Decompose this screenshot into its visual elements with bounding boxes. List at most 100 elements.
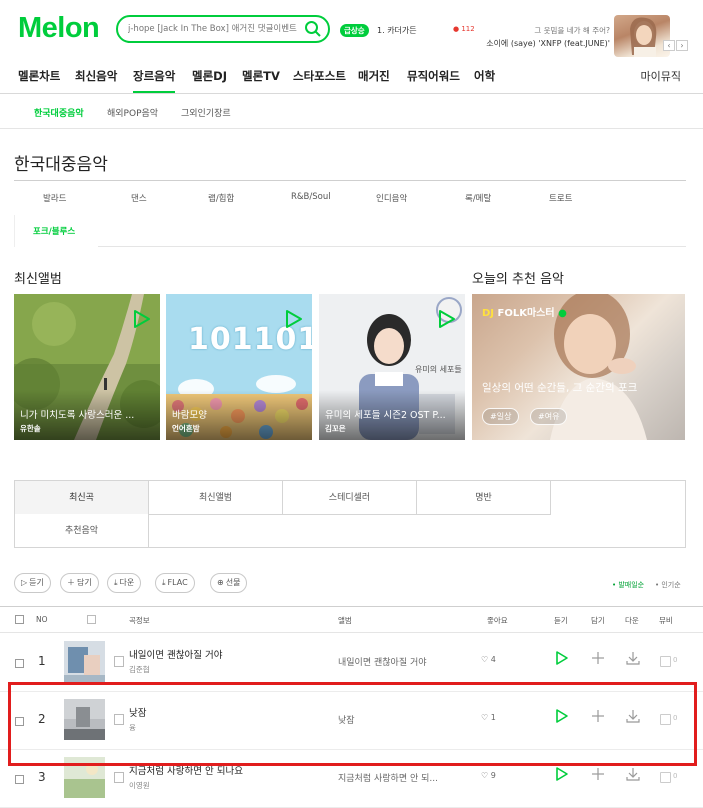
realtime-keyword[interactable]: 1. 카더가든 xyxy=(377,25,417,36)
mv-count: 0 xyxy=(673,772,678,780)
song-info-icon[interactable] xyxy=(114,656,124,667)
dj-recommend-card[interactable]: DJ FOLK마스터 ● 일상의 어떤 순간들, 그 순간의 포크 #일상 #여… xyxy=(472,294,685,440)
download-icon: ⤓ xyxy=(162,578,166,587)
gift-button[interactable]: ⊕ 선물 xyxy=(210,573,248,593)
tab-steady-seller[interactable]: 스테디셀러 xyxy=(283,481,417,515)
recommend-title: 오늘의 추천 음악 xyxy=(472,272,564,287)
genre-rnb[interactable]: R&B/Soul xyxy=(291,192,331,202)
album-card-3[interactable]: 유미의 세포들 유미의 세포들 시즌2 OST P... 김꼬은 xyxy=(319,294,465,440)
row-number: 3 xyxy=(38,770,46,784)
search-icon[interactable] xyxy=(304,20,322,42)
album-art-text: 유미의 세포들 xyxy=(415,365,462,374)
play-icon[interactable] xyxy=(435,308,457,334)
like-button[interactable]: ♡ 9 xyxy=(481,771,496,780)
song-artist[interactable]: 이영원 xyxy=(129,780,150,791)
song-artist[interactable]: 김준협 xyxy=(129,664,150,675)
album-title: 유미의 세포들 시즌2 OST P... xyxy=(325,410,446,421)
song-title[interactable]: 내일이면 괜찮아질 거야 xyxy=(129,647,222,661)
download-icon[interactable] xyxy=(625,650,641,670)
search-input[interactable] xyxy=(128,20,300,38)
flac-button[interactable]: ⤓ FLAC xyxy=(155,573,195,593)
download-icon[interactable] xyxy=(625,766,641,786)
nav-starpost[interactable]: 스타포스트 xyxy=(293,68,346,84)
th-mv: 뮤비 xyxy=(659,616,673,625)
like-button[interactable]: ♡ 4 xyxy=(481,655,496,664)
promo-next-button[interactable]: › xyxy=(676,40,688,51)
mv-icon[interactable] xyxy=(660,656,671,667)
song-album[interactable]: 지금처럼 사랑하면 안 되... xyxy=(338,771,466,784)
genre-hiphop[interactable]: 랩/힙합 xyxy=(208,192,234,204)
sort-popular[interactable]: • 인기순 xyxy=(655,580,681,590)
genre-ballad[interactable]: 발라드 xyxy=(43,192,66,204)
dj-tag-daily[interactable]: #일상 xyxy=(482,408,520,425)
gift-icon: ⊕ xyxy=(217,578,224,587)
play-label: 듣기 xyxy=(29,578,44,587)
play-icon[interactable] xyxy=(282,308,304,334)
th-song-info: 곡정보 xyxy=(129,616,150,625)
download-selected-button[interactable]: ⤓ 다운 xyxy=(107,573,142,593)
album-card-1[interactable]: 니가 미치도록 사랑스러운 ... 유한솔 xyxy=(14,294,160,440)
album-artist: 김꼬은 xyxy=(325,424,346,433)
song-album[interactable]: 내일이면 괜찮아질 거야 xyxy=(338,655,466,668)
add-label: 담기 xyxy=(77,578,92,587)
heart-icon: ♡ xyxy=(481,771,489,780)
th-play: 듣기 xyxy=(554,616,568,625)
nav-genre[interactable]: 장르음악 xyxy=(133,68,176,93)
play-icon[interactable] xyxy=(555,650,569,670)
subnav-kpop[interactable]: 한국대중음악 xyxy=(34,106,84,119)
promo-line2[interactable]: 소이에 (saye) 'XNFP (feat.JUNE)' xyxy=(470,38,610,49)
promo-artist-image[interactable] xyxy=(614,15,670,57)
row-checkbox[interactable] xyxy=(15,659,24,668)
play-selected-button[interactable]: ▷ 듣기 xyxy=(14,573,51,593)
dj-tag-leisure[interactable]: #여유 xyxy=(530,408,568,425)
nav-music-award[interactable]: 뮤직어워드 xyxy=(407,68,460,84)
play-icon[interactable] xyxy=(555,766,569,786)
nav-my-music[interactable]: 마이뮤직 xyxy=(641,68,681,84)
promo-prev-button[interactable]: ‹ xyxy=(663,40,675,51)
sort-release-date[interactable]: • 발매일순 xyxy=(612,580,644,590)
album-thumbnail[interactable] xyxy=(64,641,105,682)
genre-rock[interactable]: 록/메탈 xyxy=(465,192,491,204)
genre-dance[interactable]: 댄스 xyxy=(131,192,147,204)
subnav-pop[interactable]: 해외POP음악 xyxy=(107,106,158,119)
row-number: 1 xyxy=(38,654,46,668)
select-all-checkbox[interactable] xyxy=(15,615,24,624)
flac-label: FLAC xyxy=(167,578,188,587)
row-checkbox[interactable] xyxy=(15,775,24,784)
nav-melon-tv[interactable]: 멜론TV xyxy=(242,68,280,84)
tab-latest-songs[interactable]: 최신곡 xyxy=(15,481,149,515)
th-album: 앨범 xyxy=(338,616,352,625)
dj-name: FOLK마스터 xyxy=(497,308,555,319)
search-box[interactable] xyxy=(116,15,330,43)
add-selected-button[interactable]: ＋ 담기 xyxy=(60,573,99,593)
add-icon[interactable] xyxy=(591,650,605,670)
melon-logo[interactable]: Melon xyxy=(18,12,100,45)
tab-recommend[interactable]: 추천음악 xyxy=(15,514,149,548)
nav-language[interactable]: 어학 xyxy=(474,68,495,84)
dj-description: 일상의 어떤 순간들, 그 순간의 포크 xyxy=(482,382,638,394)
nav-chart[interactable]: 멜론차트 xyxy=(18,68,60,84)
nav-new-music[interactable]: 최신음악 xyxy=(75,68,117,84)
tab-latest-albums[interactable]: 최신앨범 xyxy=(149,481,283,515)
genre-indie[interactable]: 인디음악 xyxy=(376,192,407,204)
tab-classic-album[interactable]: 명반 xyxy=(417,481,551,515)
main-nav: 멜론차트 최신음악 장르음악 멜론DJ 멜론TV 스타포스트 매거진 뮤직어워드… xyxy=(0,66,703,94)
realtime-rank: 1. xyxy=(377,26,385,35)
song-info-icon[interactable] xyxy=(114,772,124,783)
like-count: 9 xyxy=(490,771,496,780)
mv-icon[interactable] xyxy=(660,772,671,783)
genre-folk-label: 포크/블루스 xyxy=(33,227,76,237)
add-icon[interactable] xyxy=(591,766,605,786)
gift-label: 선물 xyxy=(225,578,241,587)
genre-trot[interactable]: 트로트 xyxy=(549,192,572,204)
mv-count: 0 xyxy=(673,656,678,664)
subnav-other[interactable]: 그외인기장르 xyxy=(181,106,231,119)
genre-folk-selected[interactable]: 포크/블루스 xyxy=(14,215,98,247)
promo-line1[interactable]: 그 웃밈을 네가 해 주어? xyxy=(500,25,610,36)
nav-magazine[interactable]: 매거진 xyxy=(358,68,390,84)
logo-text: Melon xyxy=(18,12,100,44)
nav-melon-dj[interactable]: 멜론DJ xyxy=(192,68,227,84)
play-icon[interactable] xyxy=(130,308,152,334)
table-header: NO 곡정보 앨범 좋아요 듣기 담기 다운 뮤비 xyxy=(0,606,703,633)
album-card-2[interactable]: 101101 바람모양 언어흔밤 xyxy=(166,294,312,440)
